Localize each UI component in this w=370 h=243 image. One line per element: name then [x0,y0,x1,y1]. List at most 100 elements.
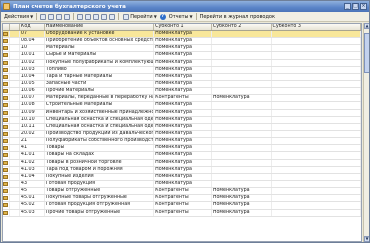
cell-name: Готовая продукция отгруженная [45,202,155,209]
table-row[interactable]: 10.09 Инвентарь и хозяйственные принадлеж… [3,109,361,117]
add-icon[interactable] [40,13,47,20]
header-subconto-1[interactable]: Субконто 1 [154,24,212,30]
header-name[interactable]: Наименование [45,24,155,30]
table-row[interactable]: 10.07 Материалы, переданные в переработку… [3,95,361,103]
header-subconto-3[interactable]: Субконто 3 [272,24,361,30]
cell-subconto-3 [272,80,361,88]
table-row[interactable]: 41.04 Покупные изделия Номенклатура [3,173,361,181]
header-code[interactable]: Код [20,24,45,30]
cell-subconto-2 [212,66,272,73]
table-row[interactable]: 08.04 Приобретение объектов основных сред… [3,38,361,46]
row-mark [10,31,20,38]
cell-subconto-3 [272,38,361,45]
cell-name: Полуфабрикаты собственного производства [45,138,155,145]
table-row[interactable]: 10 Материалы Номенклатура [3,45,361,53]
table-row[interactable]: 41.03 Тара под товаром и порожняя Номенкла… [3,166,361,174]
row-mark [10,145,20,152]
goto-menu[interactable]: Перейти ▼ [121,13,158,21]
row-mark [10,188,20,195]
table-row[interactable]: 45.03 Прочие товары отгруженные Контрагент… [3,209,361,217]
cell-subconto-2 [212,130,272,138]
close-button[interactable]: × [360,3,367,10]
account-icon [3,160,9,165]
cell-code: 10.09 [20,109,45,116]
cell-name: Сырье и материалы [45,52,155,59]
cell-name: Приобретение объектов основных средств [45,38,155,45]
cell-subconto-1: Номенклатура [154,102,212,109]
delete-icon[interactable] [64,13,71,20]
cell-name: Товары в розничной торговле [45,159,155,166]
row-mark [10,159,20,166]
scroll-down-icon[interactable]: ▼ [364,236,369,242]
account-icon [3,32,9,37]
cell-name: Оборудование к установке [45,31,155,38]
edit-icon[interactable] [56,13,63,20]
table-row[interactable]: 10.11 Специальная оснастка и специальная … [3,123,361,131]
window-title: План счетов бухгалтерского учета [13,3,126,10]
table-row[interactable]: 20.02 Производство продукции из давальчес… [3,130,361,139]
table-row[interactable]: 21 Полуфабрикаты собственного производств… [3,138,361,146]
table-row[interactable]: 07 Оборудование к установке Номенклатура [3,31,361,39]
table-row[interactable]: 10.02 Покупные полуфабрикаты и комплектую… [3,59,361,67]
table-row[interactable]: 10.04 Тара и тарные материалы Номенклатура [3,73,361,81]
table-row[interactable]: 45.02 Готовая продукция отгруженная Контра… [3,202,361,210]
table-row[interactable]: 45.01 Покупные товары отгруженные Контраге… [3,195,361,203]
reports-menu[interactable]: Отчеты ▼ [168,13,194,21]
account-icon-cell [3,80,10,88]
cell-subconto-1: Номенклатура [154,109,212,116]
account-icon [3,153,9,158]
table-row[interactable]: 43 Готовая продукция Номенклатура [3,180,361,189]
cell-code: 10.06 [20,88,45,95]
cell-subconto-1: Номенклатура [154,166,212,173]
table-row[interactable]: 41 Товары Номенклатура [3,145,361,153]
table-row[interactable]: 41.02 Товары в розничной торговле Номенкла… [3,159,361,167]
cell-subconto-2 [212,173,272,180]
cell-subconto-2 [212,166,272,173]
table-row[interactable]: 45 Товары отгруженные Контрагенты Номенклат… [3,188,361,196]
cell-subconto-2 [212,88,272,95]
chevron-down-icon: ▼ [189,14,193,19]
journal-label: Перейти в журнал проводок [199,13,276,20]
account-icon-cell [3,88,10,95]
copy-icon[interactable] [48,13,55,20]
account-icon [3,39,9,44]
table-row[interactable]: 10.10 Специальная оснастка и специальная … [3,116,361,124]
minimize-button[interactable]: _ [344,3,351,10]
account-icon-cell [3,116,10,123]
table-row[interactable]: 10.08 Строительные материалы Номенклатура [3,102,361,110]
cell-subconto-1: Номенклатура [154,180,212,188]
table-row[interactable]: 10.01 Сырье и материалы Номенклатура [3,52,361,60]
scroll-up-icon[interactable]: ▲ [364,23,369,29]
scroll-thumb[interactable] [364,33,369,73]
accounts-window: План счетов бухгалтерского учета _ □ × Д… [0,0,370,243]
account-icon-cell [3,130,10,138]
refresh-icon[interactable] [93,13,100,20]
toolbar-separator [36,13,38,20]
sort-icon[interactable] [101,13,108,20]
header-subconto-2[interactable]: Субконто 2 [212,24,272,30]
account-icon [3,103,9,108]
table-row[interactable]: 10.05 Запасные части Номенклатура [3,80,361,89]
vertical-scrollbar[interactable]: ▲ ▼ [363,23,369,242]
hierarchy-icon[interactable] [109,13,116,20]
cell-subconto-3 [272,195,361,202]
row-mark [10,109,20,116]
header-mark-column [10,24,20,30]
cell-code: 10 [20,45,45,52]
filter-off-icon[interactable] [85,13,92,20]
table-row[interactable]: 10.03 Топливо Номенклатура [3,66,361,74]
help-icon[interactable]: ? [159,13,166,20]
account-icon [3,203,9,208]
actions-menu[interactable]: Действия ▼ [3,13,34,21]
filter-icon[interactable] [77,13,84,20]
table-row[interactable]: 10.06 Прочие материалы Номенклатура [3,88,361,96]
maximize-button[interactable]: □ [352,3,359,10]
account-icon [3,74,9,79]
table-row[interactable]: 41.01 Товары на складах Номенклатура [3,152,361,160]
cell-code: 10.03 [20,66,45,73]
cell-name: Покупные изделия [45,173,155,180]
account-icon [3,132,9,137]
cell-subconto-3 [272,152,361,159]
account-icon [3,53,9,58]
journal-link[interactable]: Перейти в журнал проводок [199,13,276,21]
